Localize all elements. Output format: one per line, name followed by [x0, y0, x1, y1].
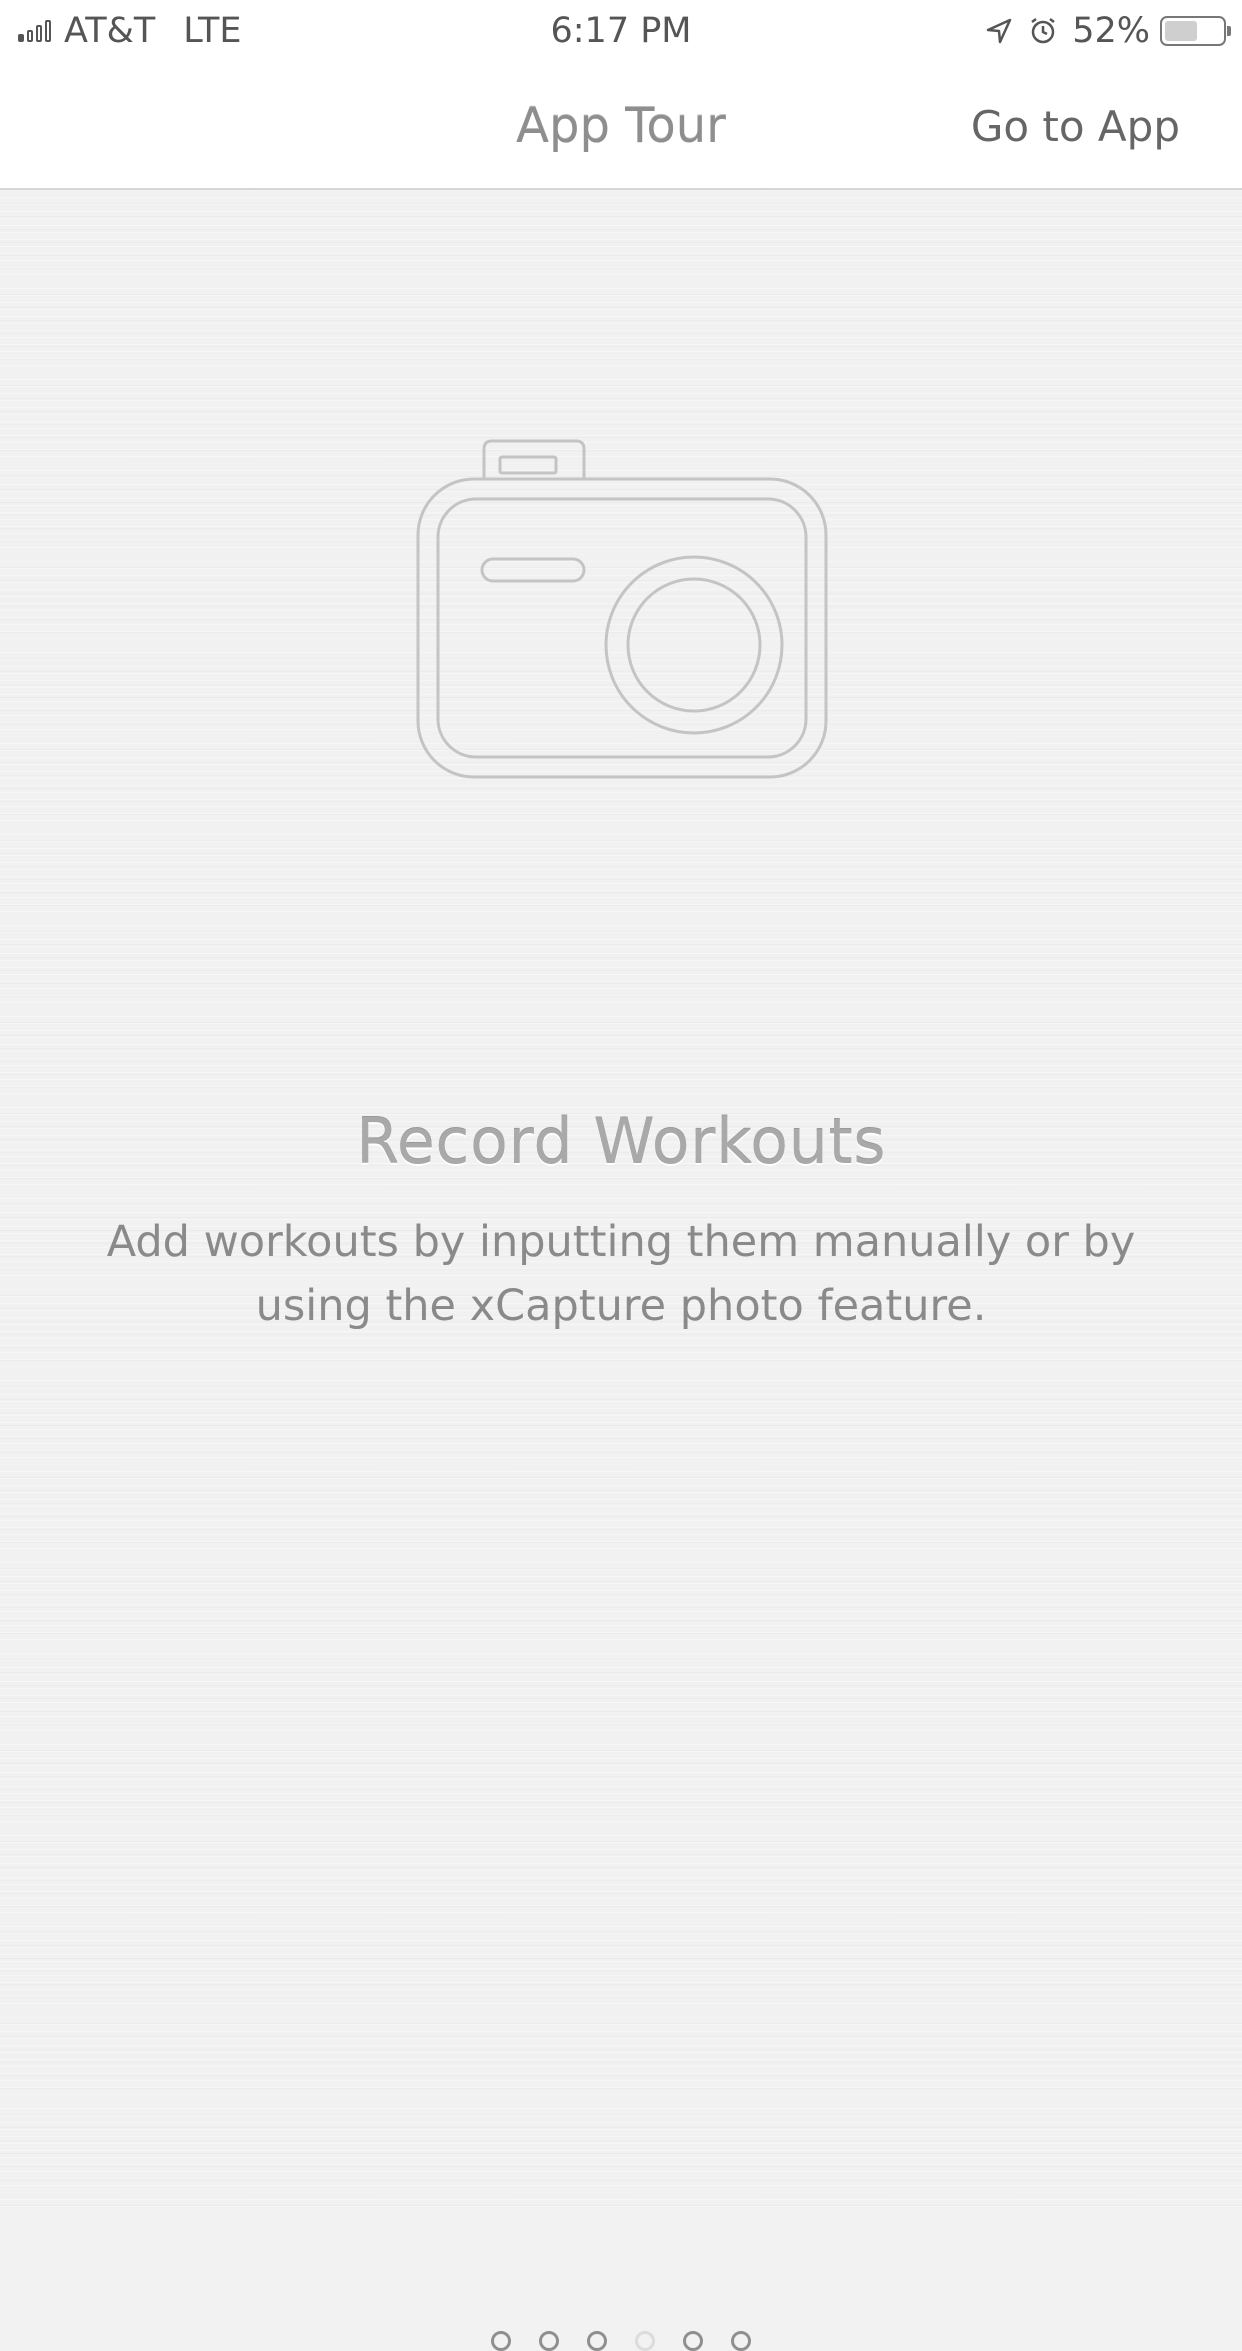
battery-icon: [1160, 16, 1231, 46]
location-arrow-icon: [986, 18, 1012, 44]
alarm-icon: [1031, 18, 1055, 44]
page-dot-3[interactable]: [587, 2331, 607, 2351]
status-right: 52%: [984, 8, 1231, 54]
go-to-app-button[interactable]: Go to App: [971, 102, 1180, 151]
page-dot-4[interactable]: [635, 2331, 655, 2351]
battery-percent: 52%: [1072, 11, 1150, 51]
page-dot-5[interactable]: [683, 2331, 703, 2351]
page-indicator[interactable]: [0, 2331, 1242, 2351]
page-dot-1[interactable]: [491, 2331, 511, 2351]
status-bar: AT&T LTE 6:17 PM 52%: [0, 0, 1242, 62]
page-dot-6[interactable]: [731, 2331, 751, 2351]
slide-description: Add workouts by inputting them manually …: [106, 1217, 1136, 1331]
tour-slide[interactable]: Record Workouts Add workouts by inputtin…: [0, 190, 1242, 2351]
navigation-bar: App Tour Go to App: [0, 62, 1242, 190]
camera-icon: [416, 439, 828, 779]
battery-level: [1165, 21, 1198, 41]
page-dot-2[interactable]: [539, 2331, 559, 2351]
slide-headline: Record Workouts: [355, 1105, 887, 1178]
